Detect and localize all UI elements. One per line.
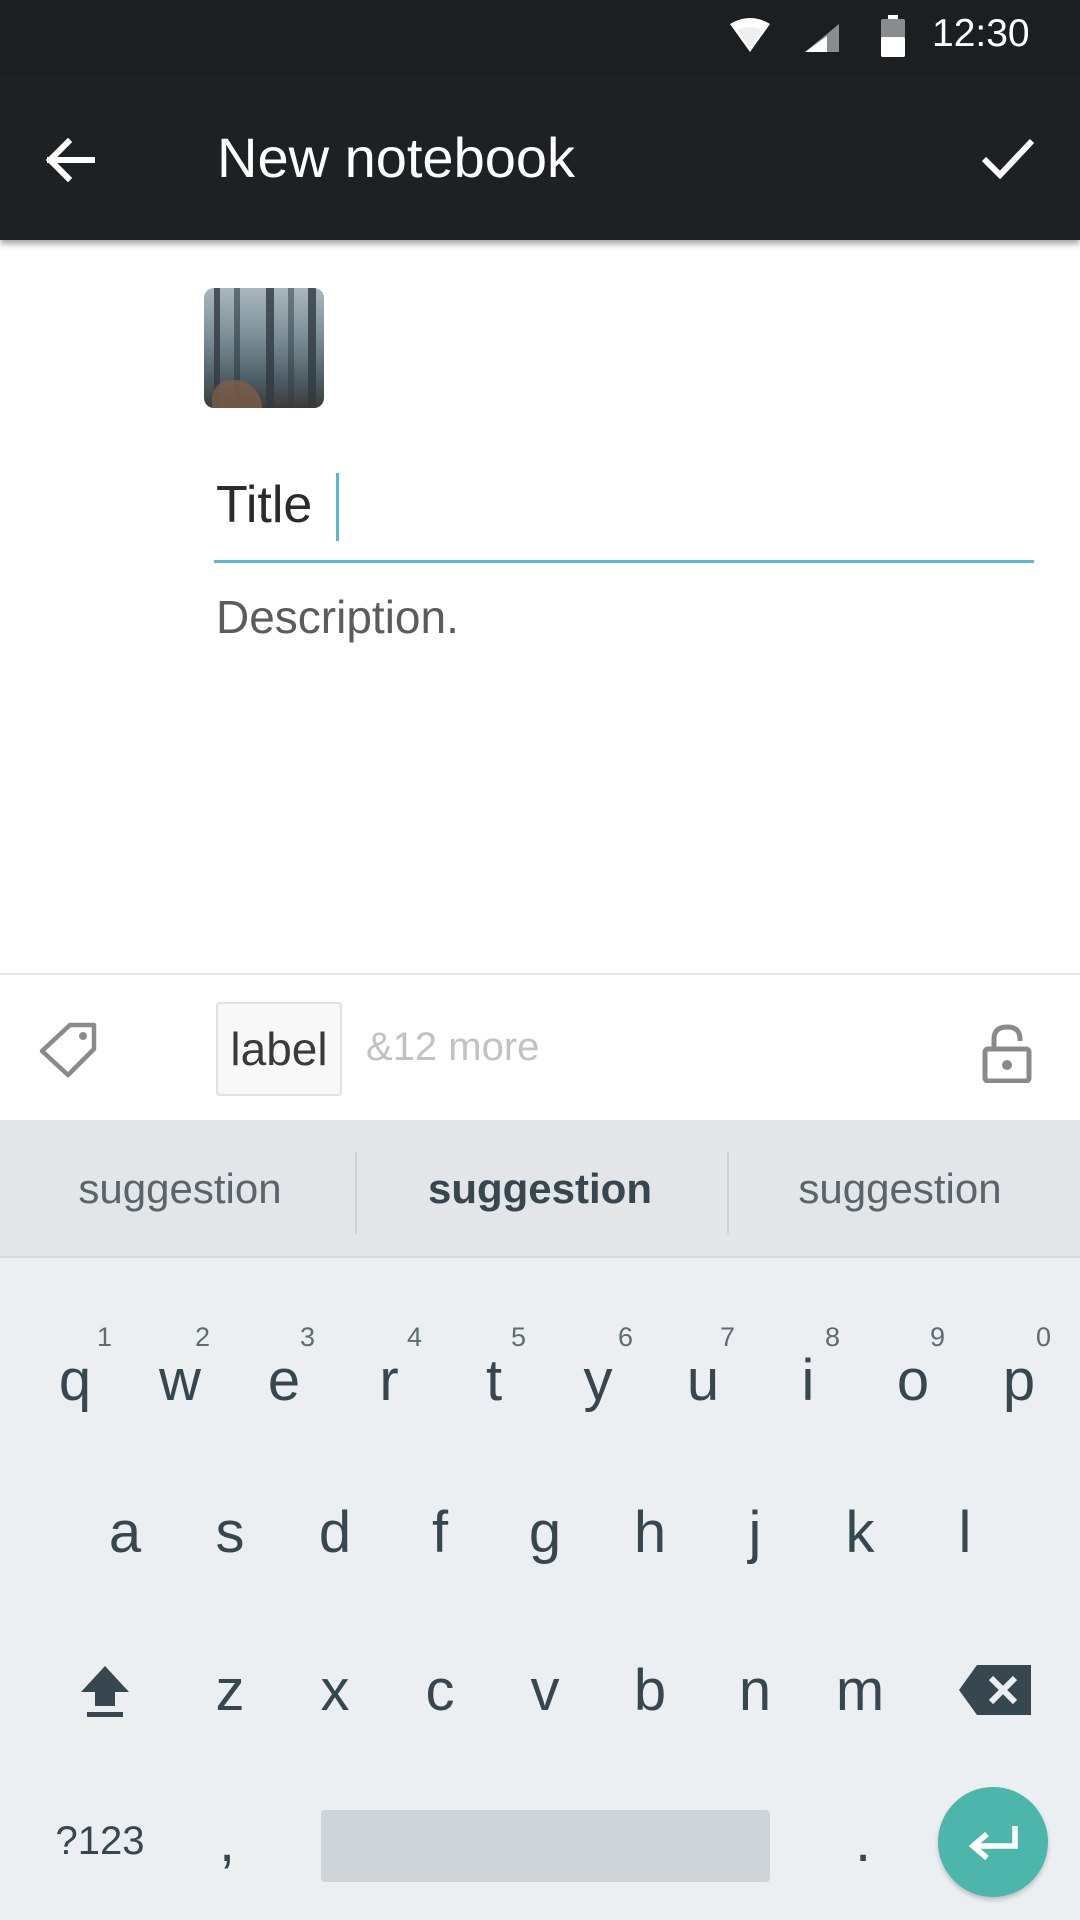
key-d[interactable]: d <box>290 1477 380 1587</box>
check-icon[interactable] <box>978 127 1038 187</box>
key-a[interactable]: a <box>80 1477 170 1587</box>
key-hint: 3 <box>300 1322 316 1352</box>
status-time: 12:30 <box>932 12 1030 55</box>
app-toolbar: New notebook <box>0 75 1080 240</box>
notebook-cover-image[interactable] <box>204 288 324 408</box>
key-h[interactable]: h <box>605 1477 695 1587</box>
key-hint: 1 <box>97 1322 113 1352</box>
title-field[interactable]: Title <box>214 465 1034 563</box>
suggestion-left[interactable]: suggestion <box>0 1120 360 1258</box>
tag-icon[interactable] <box>38 1021 100 1083</box>
battery-icon <box>880 15 906 61</box>
key-c[interactable]: c <box>395 1635 485 1745</box>
status-bar: 12:30 <box>0 0 1080 75</box>
key-b[interactable]: b <box>605 1635 695 1745</box>
label-chip[interactable]: label <box>216 1002 342 1096</box>
key-hint: 4 <box>407 1322 423 1352</box>
page-title: New notebook <box>217 126 576 189</box>
key-k[interactable]: k <box>815 1477 905 1587</box>
suggestion-divider <box>355 1152 357 1234</box>
period-key[interactable]: . <box>818 1786 908 1896</box>
title-input-text[interactable]: Title <box>216 475 312 535</box>
enter-icon[interactable] <box>938 1787 1048 1897</box>
lock-open-icon[interactable] <box>982 1023 1032 1087</box>
key-m[interactable]: m <box>815 1635 905 1745</box>
forest-path-shape <box>212 380 262 408</box>
key-hint: 2 <box>195 1322 211 1352</box>
key-g[interactable]: g <box>500 1477 590 1587</box>
key-s[interactable]: s <box>185 1477 275 1587</box>
key-hint: 6 <box>618 1322 634 1352</box>
cell-signal-icon <box>803 22 841 58</box>
arrow-left-icon[interactable] <box>40 130 100 190</box>
key-hint: 0 <box>1036 1322 1052 1352</box>
key-v[interactable]: v <box>500 1635 590 1745</box>
key-e[interactable]: e <box>239 1325 329 1435</box>
comma-key[interactable]: , <box>182 1786 272 1896</box>
text-cursor <box>336 473 339 541</box>
key-hint: 5 <box>511 1322 527 1352</box>
tree-shape <box>308 288 316 408</box>
soft-keyboard: suggestion suggestion suggestion q w e r… <box>0 1120 1080 1920</box>
key-w[interactable]: w <box>135 1325 225 1435</box>
suggestion-center[interactable]: suggestion <box>360 1120 720 1258</box>
backspace-icon[interactable] <box>945 1635 1045 1745</box>
suggestion-right[interactable]: suggestion <box>720 1120 1080 1258</box>
symbols-key[interactable]: ?123 <box>40 1786 160 1896</box>
shift-icon[interactable] <box>60 1635 150 1745</box>
key-hint: 8 <box>825 1322 841 1352</box>
key-f[interactable]: f <box>395 1477 485 1587</box>
key-j[interactable]: j <box>710 1477 800 1587</box>
wifi-icon <box>728 18 772 58</box>
key-n[interactable]: n <box>710 1635 800 1745</box>
description-field[interactable]: Description. <box>216 590 459 644</box>
more-labels-text[interactable]: &12 more <box>366 1025 539 1070</box>
tree-shape <box>266 288 274 408</box>
key-hint: 9 <box>930 1322 946 1352</box>
key-x[interactable]: x <box>290 1635 380 1745</box>
tree-shape <box>288 288 294 408</box>
label-bar: label &12 more <box>0 973 1080 1120</box>
key-hint: 7 <box>720 1322 736 1352</box>
space-bar[interactable] <box>321 1810 770 1882</box>
key-l[interactable]: l <box>920 1477 1010 1587</box>
key-z[interactable]: z <box>185 1635 275 1745</box>
suggestion-strip: suggestion suggestion suggestion <box>0 1120 1080 1258</box>
